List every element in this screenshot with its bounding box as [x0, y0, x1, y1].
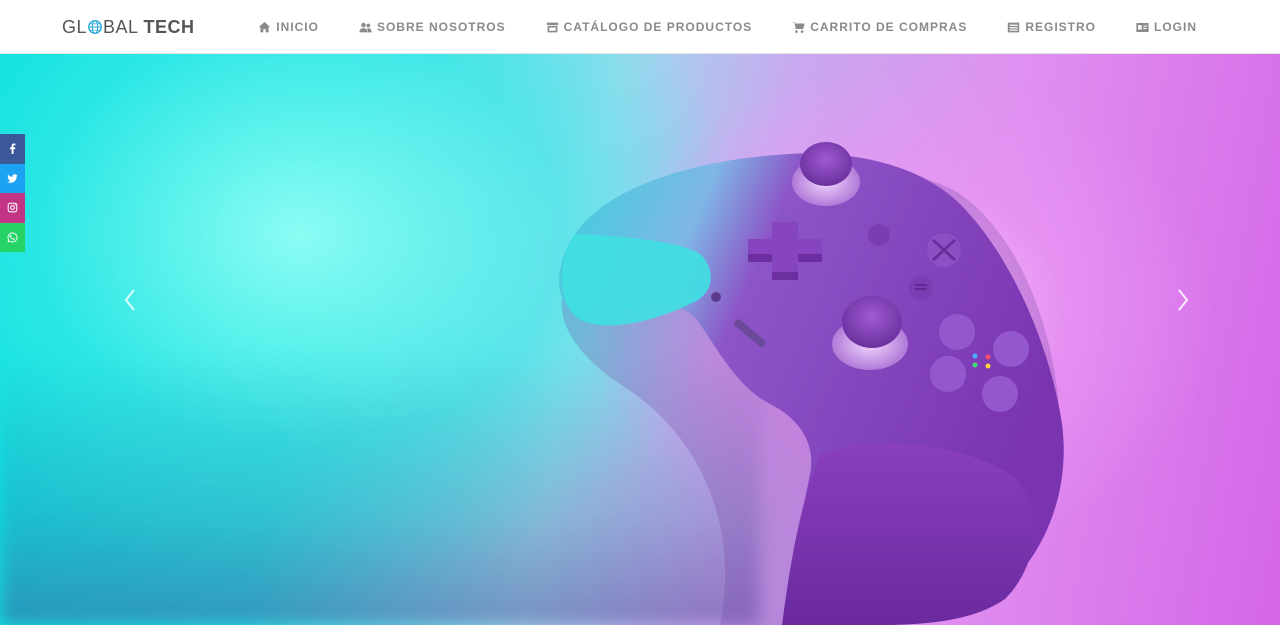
nav-item-inicio[interactable]: INICIO	[258, 20, 319, 34]
chevron-left-icon	[124, 289, 135, 311]
brand-name-part1: GL BAL	[62, 17, 139, 38]
nav-label: LOGIN	[1154, 20, 1197, 34]
nav-label: INICIO	[276, 20, 319, 34]
instagram-link[interactable]	[0, 193, 25, 223]
brand-text-a: GL	[62, 16, 88, 37]
brand-logo[interactable]: GL BAL TECH	[62, 16, 195, 38]
facebook-link[interactable]	[0, 134, 25, 164]
twitter-icon	[7, 174, 18, 183]
nav-label: CARRITO DE COMPRAS	[810, 20, 968, 34]
top-navbar: GL BAL TECH INICIO SOBRE NOSOTROS CATÁLO…	[0, 0, 1280, 54]
nav-item-sobre-nosotros[interactable]: SOBRE NOSOTROS	[359, 20, 506, 34]
chevron-right-icon	[1178, 289, 1189, 311]
nav-item-carrito[interactable]: CARRITO DE COMPRAS	[792, 20, 967, 34]
nav-item-catalogo[interactable]: CATÁLOGO DE PRODUCTOS	[546, 20, 753, 34]
nav-item-login[interactable]: LOGIN	[1136, 20, 1197, 34]
carousel-prev-button[interactable]	[118, 284, 142, 316]
hero-image-game-controller	[559, 142, 1064, 625]
hero-carousel	[0, 54, 1280, 625]
globe-icon	[88, 20, 102, 34]
nav-item-registro[interactable]: REGISTRO	[1007, 20, 1096, 34]
instagram-icon	[7, 202, 18, 213]
list-icon	[1008, 22, 1020, 32]
home-icon	[259, 21, 271, 32]
facebook-icon	[10, 143, 16, 155]
brand-name-part2: TECH	[143, 16, 195, 37]
social-sidebar	[0, 134, 25, 252]
whatsapp-link[interactable]	[0, 222, 25, 252]
users-icon	[359, 22, 372, 32]
cart-icon	[792, 21, 805, 33]
carousel-next-button[interactable]	[1171, 284, 1195, 316]
store-icon	[546, 22, 558, 32]
brand-text-b: BAL	[103, 16, 139, 37]
nav-label: SOBRE NOSOTROS	[376, 20, 506, 34]
main-nav: INICIO SOBRE NOSOTROS CATÁLOGO DE PRODUC…	[258, 0, 1197, 54]
id-card-icon	[1136, 22, 1149, 32]
whatsapp-icon	[7, 232, 18, 243]
nav-label: CATÁLOGO DE PRODUCTOS	[563, 20, 753, 34]
twitter-link[interactable]	[0, 163, 25, 193]
nav-label: REGISTRO	[1025, 20, 1096, 34]
